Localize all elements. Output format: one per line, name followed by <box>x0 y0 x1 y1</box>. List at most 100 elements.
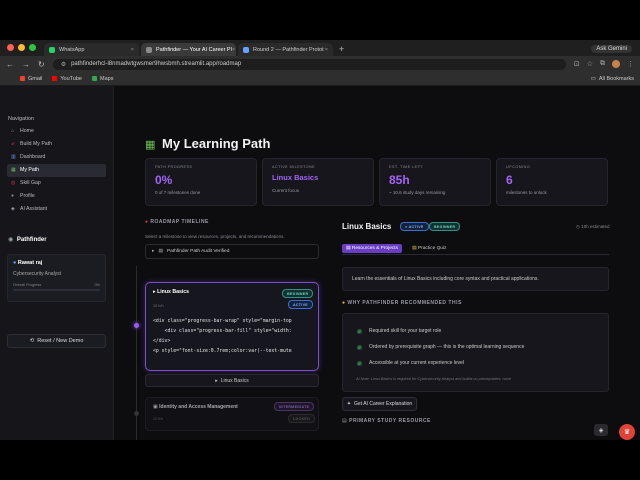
robot-icon: ◈ <box>598 427 604 434</box>
all-bookmarks-button[interactable]: ▭ All Bookmarks <box>591 76 634 82</box>
sidebar: Navigation ⌂ Home ➶ Build My Path ▥ Dash… <box>0 86 114 440</box>
estimate-text: 10h estimated <box>581 224 610 229</box>
site-info-icon[interactable]: ⚙ <box>61 61 66 68</box>
forward-icon[interactable]: → <box>22 60 30 69</box>
tab-label: Resources & Projects <box>351 246 399 251</box>
page-title: ▦ My Learning Path <box>145 136 270 151</box>
compass-icon: ◉ <box>8 237 14 243</box>
ask-gemini-button[interactable]: Ask Gemini <box>591 45 632 53</box>
sidebar-item-home[interactable]: ⌂ Home <box>7 125 106 138</box>
install-app-icon[interactable]: ⊡ <box>574 60 580 68</box>
back-icon[interactable]: ← <box>6 60 14 69</box>
brand: ◉ Pathfinder <box>8 236 47 243</box>
browser-tab-bar: WhatsApp × Pathfinder — Your AI Career P… <box>0 40 640 56</box>
tab-whatsapp[interactable]: WhatsApp × <box>44 43 139 56</box>
gmail-icon <box>20 76 25 81</box>
timeline-note: Select a milestone to view resources, pr… <box>145 234 285 239</box>
audit-label: Pathfinder Path Audit Verified <box>166 249 230 254</box>
close-window-button[interactable] <box>7 44 14 51</box>
sidebar-item-label: Home <box>20 128 34 135</box>
stat-label: PATH PROGRESS <box>155 165 193 169</box>
badge-intermediate: INTERMEDIATE <box>274 402 315 411</box>
bookmark-maps[interactable]: Maps <box>92 76 113 82</box>
reset-label: Reset / New Demo <box>37 338 84 344</box>
close-tab-icon[interactable]: × <box>325 47 328 53</box>
progress-value: 0% <box>94 283 101 287</box>
doc-favicon-icon <box>243 46 249 53</box>
sidebar-item-ai-assistant[interactable]: ◈ AI Assistant <box>7 203 106 216</box>
path-audit-expander[interactable]: ▸ ▤ Pathfinder Path Audit Verified <box>145 244 319 259</box>
robot-icon: ◈ <box>11 206 15 213</box>
stat-sub: Current focus <box>272 188 300 193</box>
milestone-card-locked[interactable]: ▣ Identity and Access Management 12 h/h … <box>145 397 319 431</box>
profile-avatar[interactable] <box>612 60 620 68</box>
milestone-card-active[interactable]: ▸ Linux Basics 10 h/h BEGINNER ACTIVE <d… <box>145 282 319 371</box>
extensions-icon[interactable]: ⧉ <box>600 60 605 68</box>
why-title: ● WHY PATHFINDER RECOMMENDED THIS <box>342 300 462 306</box>
timeline-title: ● ROADMAP TIMELINE <box>145 219 209 225</box>
close-tab-icon[interactable]: × <box>232 47 235 53</box>
bookmarks-bar: Gmail YouTube Maps ▭ All Bookmarks <box>0 72 640 86</box>
tab-label: Pathfinder — Your AI Career Pl <box>156 46 232 53</box>
sidebar-item-label: Dashboard <box>20 154 46 161</box>
tab-practice-quiz[interactable]: ▤ Practice Quiz <box>408 244 450 253</box>
reload-icon[interactable]: ↻ <box>38 60 45 69</box>
linux-basics-button[interactable]: ▸ Linux Basics <box>145 374 319 387</box>
bookmark-label: Maps <box>100 75 114 82</box>
badge-text: ACTIVE <box>408 224 424 229</box>
badge-beginner: BEGINNER <box>282 289 314 298</box>
clipboard-icon: ▤ <box>158 249 163 254</box>
maps-icon <box>92 76 97 81</box>
play-icon: ▸ <box>153 289 156 295</box>
why-item: ✓ Required skill for your target role <box>357 323 594 339</box>
reset-button[interactable]: ⟲ Reset / New Demo <box>7 334 106 348</box>
timeline-dot-active <box>134 323 139 328</box>
url-text: pathfinderhcl-l8nmadwtgwsmer9hwsbmh.stre… <box>71 61 242 67</box>
primary-resource-title: ▤ PRIMARY STUDY RESOURCE <box>342 418 431 424</box>
sparkle-icon: ✦ <box>346 401 352 407</box>
play-icon: ▸ <box>215 377 218 384</box>
tab-pathfinder[interactable]: Pathfinder — Your AI Career Pl × <box>141 43 236 56</box>
close-tab-icon[interactable]: × <box>131 47 134 53</box>
bookmark-star-icon[interactable]: ☆ <box>587 60 593 68</box>
milestone-title-text: Linux Basics <box>157 289 190 295</box>
maximize-window-button[interactable] <box>29 44 36 51</box>
person-icon: ● <box>13 260 17 266</box>
profile-card: ● Rawat raj Cybersecurity Analyst Overal… <box>7 254 106 302</box>
sidebar-item-build-my-path[interactable]: ➶ Build My Path <box>7 138 106 151</box>
stat-value: Linux Basics <box>272 173 319 182</box>
sidebar-item-label: Skill Gap <box>20 180 41 187</box>
check-icon: ✓ <box>357 328 362 334</box>
new-tab-button[interactable]: + <box>339 44 344 54</box>
minimize-window-button[interactable] <box>18 44 25 51</box>
sidebar-item-my-path[interactable]: ▦ My Path <box>7 164 106 177</box>
bookmark-youtube[interactable]: YouTube <box>52 76 82 82</box>
url-field[interactable]: ⚙ pathfinderhcl-l8nmadwtgwsmer9hwsbmh.st… <box>52 58 566 70</box>
sidebar-item-label: Profile <box>20 193 35 200</box>
sidebar-item-label: My Path <box>20 167 40 174</box>
stat-label: EST. TIME LEFT <box>389 165 424 169</box>
get-ai-explanation-button[interactable]: ✦ Get AI Career Explanation <box>342 397 417 411</box>
milestone-description: Learn the essentials of Linux Basics inc… <box>342 267 609 291</box>
badge-active: ACTIVE <box>288 300 313 309</box>
menu-icon[interactable]: ⋮ <box>627 60 634 68</box>
bookmark-gmail[interactable]: Gmail <box>20 76 42 82</box>
streamlit-crown-icon[interactable]: ♛ <box>619 424 635 440</box>
detail-tabs: ▤ Resources & Projects ▤ Practice Quiz <box>342 244 450 253</box>
sidebar-item-skill-gap[interactable]: ◎ Skill Gap <box>7 177 106 190</box>
milestone-title-text: Identity and Access Management <box>159 404 238 410</box>
assistant-fab-button[interactable]: ◈ <box>594 424 608 436</box>
why-item-text: Accessible at your current experience le… <box>369 360 465 366</box>
tab-label: Practice Quiz <box>417 246 447 251</box>
brand-label: Pathfinder <box>16 237 47 243</box>
profile-name-text: Rawat raj <box>17 260 43 266</box>
tab-resources-projects[interactable]: ▤ Resources & Projects <box>342 244 403 253</box>
sidebar-item-label: AI Assistant <box>20 206 48 213</box>
sidebar-item-profile[interactable]: ● Profile <box>7 190 106 203</box>
stat-active-milestone: ACTIVE MILESTONE Linux Basics Current fo… <box>262 158 374 206</box>
sidebar-item-dashboard[interactable]: ▥ Dashboard <box>7 151 106 164</box>
profile-progress-row: Overall Progress 0% <box>13 283 100 287</box>
tab-round2[interactable]: Round 2 — Pathfinder Protot × <box>238 43 333 56</box>
why-title-text: WHY PATHFINDER RECOMMENDED THIS <box>347 300 462 306</box>
tab-label: WhatsApp <box>59 46 85 53</box>
